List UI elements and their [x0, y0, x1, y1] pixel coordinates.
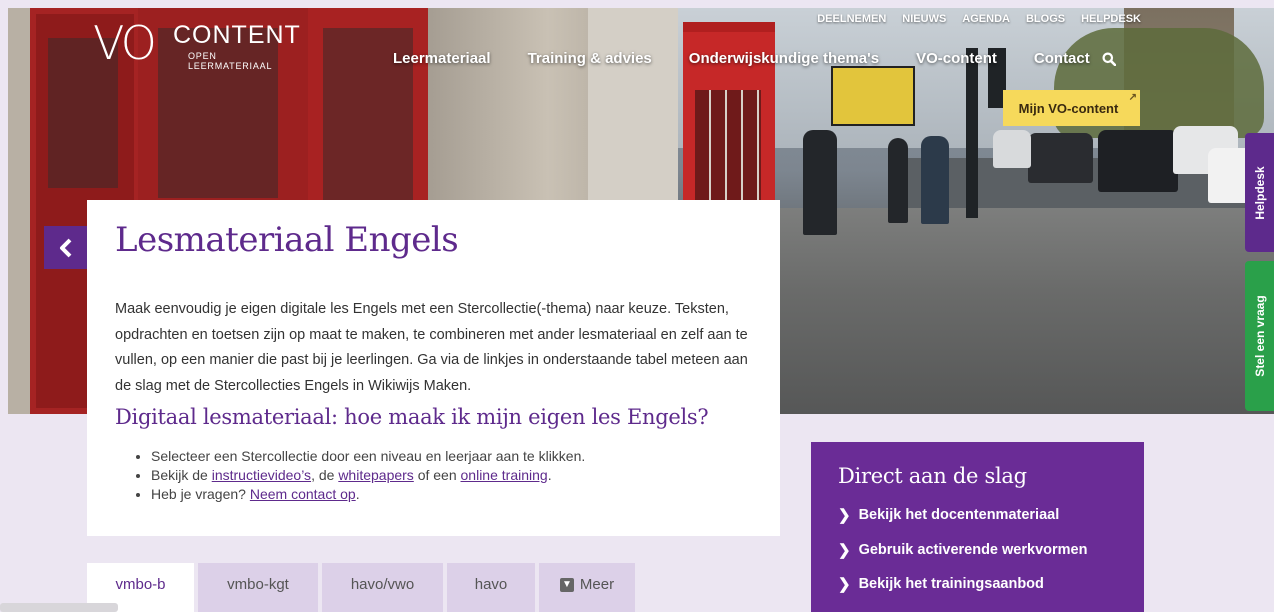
- werkvormen-link[interactable]: ❯ Gebruik activerende werkvormen: [838, 541, 1087, 559]
- vraag-tab-label: Stel een vraag: [1252, 295, 1267, 377]
- online-training-link[interactable]: online training: [461, 467, 548, 483]
- chevron-right-icon: ❯: [838, 576, 851, 593]
- topnav-blogs[interactable]: BLOGS: [1026, 13, 1065, 25]
- topnav-deelnemen[interactable]: DEELNEMEN: [817, 13, 886, 25]
- docentenmateriaal-link[interactable]: ❯ Bekijk het docentenmateriaal: [838, 506, 1087, 524]
- chevron-down-icon: ▼: [559, 577, 574, 592]
- previous-button[interactable]: [44, 226, 87, 269]
- direct-aan-de-slag-box: Direct aan de slag ❯ Bekijk het docentenm…: [811, 442, 1144, 612]
- external-link-icon: ↗: [1128, 92, 1137, 103]
- nav-contact[interactable]: Contact: [1034, 50, 1090, 67]
- list-item: Heb je vragen? Neem contact op.: [151, 485, 585, 504]
- logo-subtitle: OPEN LEERMATERIAAL: [188, 51, 273, 71]
- topnav-agenda[interactable]: AGENDA: [962, 13, 1010, 25]
- mijn-vo-content-button[interactable]: Mijn VO-content ↗: [1003, 90, 1140, 126]
- topnav-nieuws[interactable]: NIEUWS: [902, 13, 946, 25]
- nav-training-advies[interactable]: Training & advies: [528, 50, 652, 67]
- instruction-list: Selecteer een Stercollectie door een niv…: [133, 447, 585, 504]
- logo-content: CONTENT: [173, 21, 301, 49]
- mijn-vo-content-label: Mijn VO-content: [1018, 100, 1119, 116]
- logo-vo: VO: [93, 16, 157, 70]
- intro-text: Maak eenvoudig je eigen digitale les Eng…: [115, 301, 748, 394]
- list-item: Bekijk de instructievideo’s, de whitepap…: [151, 466, 585, 485]
- tab-havo[interactable]: havo: [447, 563, 535, 612]
- page-title: Lesmateriaal Engels: [115, 220, 459, 260]
- search-icon[interactable]: [1102, 52, 1116, 66]
- tab-vmbo-kgt[interactable]: vmbo-kgt: [198, 563, 318, 612]
- main-nav: Leermateriaal Training & advies Onderwij…: [393, 50, 1127, 67]
- top-nav: DEELNEMEN NIEUWS AGENDA BLOGS HELPDESK: [817, 13, 1141, 25]
- list-item: Selecteer een Stercollectie door een niv…: [151, 447, 585, 466]
- nav-vo-content[interactable]: VO-content: [916, 50, 997, 67]
- tab-meer[interactable]: ▼ Meer: [539, 563, 635, 612]
- chevron-right-icon: ❯: [838, 507, 851, 524]
- trainingsaanbod-link[interactable]: ❯ Bekijk het trainingsaanbod: [838, 575, 1087, 593]
- nav-onderwijskundige-themas[interactable]: Onderwijskundige thema's: [689, 50, 879, 67]
- intro-card: Lesmateriaal Engels Maak eenvoudig je ei…: [87, 200, 780, 536]
- helpdesk-tab-label: Helpdesk: [1252, 165, 1267, 220]
- horizontal-scrollbar[interactable]: [0, 603, 118, 612]
- instructievideos-link[interactable]: instructievideo’s: [212, 467, 311, 483]
- stel-een-vraag-side-tab[interactable]: Stel een vraag: [1245, 261, 1274, 411]
- topnav-helpdesk[interactable]: HELPDESK: [1081, 13, 1141, 25]
- contact-link[interactable]: Neem contact op: [250, 486, 356, 502]
- tab-havo-vwo[interactable]: havo/vwo: [322, 563, 443, 612]
- helpdesk-side-tab[interactable]: Helpdesk: [1245, 133, 1274, 252]
- whitepapers-link[interactable]: whitepapers: [338, 467, 414, 483]
- chevron-left-icon: [59, 238, 71, 257]
- subheading: Digitaal lesmateriaal: hoe maak ik mijn …: [115, 405, 709, 429]
- nav-leermateriaal[interactable]: Leermateriaal: [393, 50, 491, 67]
- vo-content-logo[interactable]: VO CONTENT OPEN LEERMATERIAAL: [93, 16, 300, 71]
- direct-title: Direct aan de slag: [838, 464, 1027, 488]
- chevron-right-icon: ❯: [838, 541, 851, 559]
